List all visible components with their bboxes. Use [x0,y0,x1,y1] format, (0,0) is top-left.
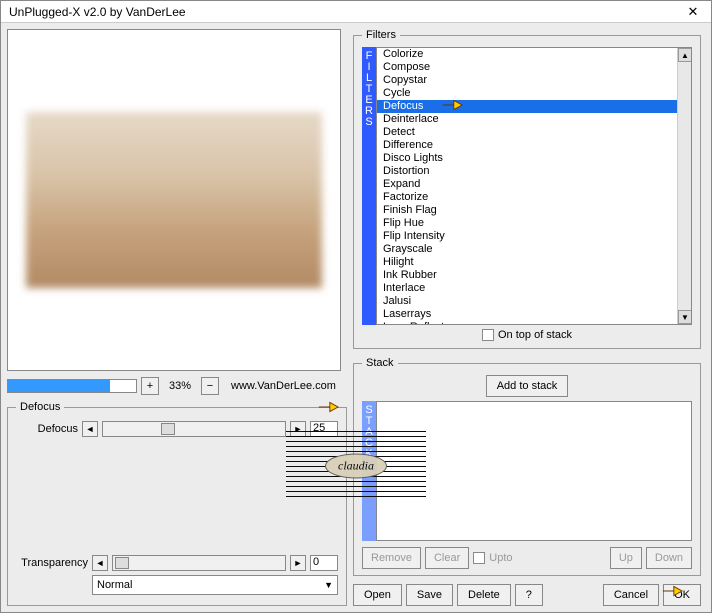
clear-button[interactable]: Clear [425,547,469,569]
filter-item[interactable]: Difference [377,139,691,152]
filter-item[interactable]: Distortion [377,165,691,178]
down-button[interactable]: Down [646,547,692,569]
save-button[interactable]: Save [406,584,453,606]
upto-label: Upto [489,552,512,564]
filter-item[interactable]: Disco Lights [377,152,691,165]
filter-item[interactable]: Colorize [377,48,691,61]
filter-item[interactable]: Hilight [377,256,691,269]
filter-item[interactable]: Flip Intensity [377,230,691,243]
defocus-label: Defocus [16,423,78,435]
filters-list[interactable]: ColorizeComposeCopystarCycleDefocusDeint… [376,47,692,325]
remove-button[interactable]: Remove [362,547,421,569]
defocus-slider[interactable] [102,421,286,437]
up-button[interactable]: Up [610,547,642,569]
filter-item[interactable]: Grayscale [377,243,691,256]
stack-side-tab[interactable]: STACK [362,401,376,541]
delete-button[interactable]: Delete [457,584,511,606]
filter-item[interactable]: Lens Reflect [377,321,691,325]
defocus-value-input[interactable]: 25 [310,421,338,437]
filter-item[interactable]: Interlace [377,282,691,295]
param-group: Defocus Defocus ◄ ► 25 Transparency ◄ [7,401,347,606]
preview-image [26,112,322,288]
preview-area [7,29,341,371]
filter-item[interactable]: Detect [377,126,691,139]
open-button[interactable]: Open [353,584,402,606]
help-button[interactable]: ? [515,584,543,606]
filters-side-tab[interactable]: FILTERS [362,47,376,325]
stack-group: Stack Add to stack STACK Remove Clear Up… [353,357,701,576]
main-window: UnPlugged-X v2.0 by VanDerLee ✕ + 33% − … [0,0,712,613]
zoom-percent: 33% [163,380,197,392]
defocus-decrease-button[interactable]: ◄ [82,421,98,437]
filter-item[interactable]: Expand [377,178,691,191]
titlebar: UnPlugged-X v2.0 by VanDerLee ✕ [1,1,711,23]
cancel-button[interactable]: Cancel [603,584,659,606]
zoom-out-button[interactable]: − [201,377,219,395]
filter-item[interactable]: Finish Flag [377,204,691,217]
blend-mode-select[interactable]: Normal ▼ [92,575,338,595]
stack-list[interactable] [376,401,692,541]
filter-item[interactable]: Compose [377,61,691,74]
zoom-in-button[interactable]: + [141,377,159,395]
close-button[interactable]: ✕ [679,3,707,21]
filter-item[interactable]: Laserrays [377,308,691,321]
filters-group: Filters FILTERS ColorizeComposeCopystarC… [353,29,701,349]
transparency-value-input[interactable]: 0 [310,555,338,571]
scroll-down-button[interactable]: ▼ [678,310,692,324]
zoom-bar[interactable] [7,379,137,393]
transparency-slider[interactable] [112,555,286,571]
filter-item[interactable]: Ink Rubber [377,269,691,282]
filters-scrollbar[interactable]: ▲ ▼ [677,48,691,324]
filter-item[interactable]: Cycle [377,87,691,100]
window-title: UnPlugged-X v2.0 by VanDerLee [9,5,186,19]
stack-legend: Stack [362,357,398,369]
filter-item[interactable]: Factorize [377,191,691,204]
filter-item[interactable]: Defocus [377,100,691,113]
blend-mode-value: Normal [97,579,132,591]
add-to-stack-button[interactable]: Add to stack [486,375,569,397]
ok-button[interactable]: OK [663,584,701,606]
transparency-decrease-button[interactable]: ◄ [92,555,108,571]
defocus-increase-button[interactable]: ► [290,421,306,437]
upto-checkbox[interactable] [473,552,485,564]
scroll-up-button[interactable]: ▲ [678,48,692,62]
filter-item[interactable]: Jalusi [377,295,691,308]
param-legend: Defocus [16,401,64,413]
vendor-link[interactable]: www.VanDerLee.com [231,380,336,392]
filter-item[interactable]: Deinterlace [377,113,691,126]
transparency-label: Transparency [16,557,88,569]
chevron-down-icon: ▼ [324,580,333,590]
transparency-increase-button[interactable]: ► [290,555,306,571]
filter-item[interactable]: Copystar [377,74,691,87]
ontop-label: On top of stack [498,329,572,341]
ontop-checkbox[interactable] [482,329,494,341]
filter-item[interactable]: Flip Hue [377,217,691,230]
filters-legend: Filters [362,29,400,41]
